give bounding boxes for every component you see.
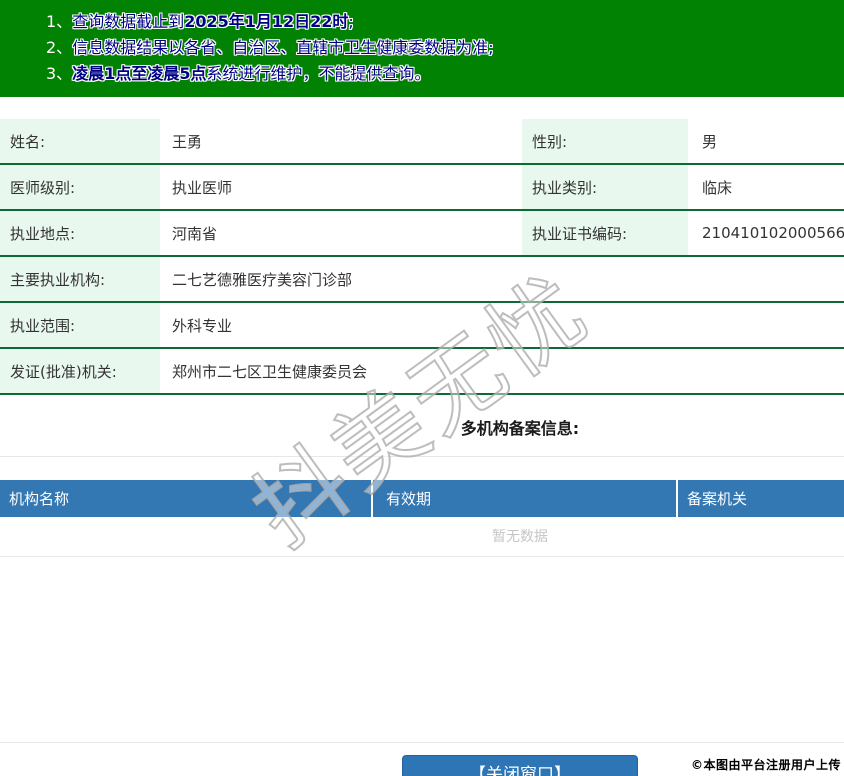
column-header-record-authority: 备案机关 xyxy=(676,480,844,517)
column-header-institution-name: 机构名称 xyxy=(9,490,70,508)
table-row: 姓名: 王勇 性别: 男 xyxy=(0,119,844,165)
field-value-practice-scope: 外科专业 xyxy=(172,316,233,335)
notice-line-2: 2、信息数据结果以各省、自治区、直辖市卫生健康委数据为准; xyxy=(46,35,834,61)
notice-line-number: 1、 xyxy=(46,12,73,31)
multi-org-section-title: 多机构备案信息: xyxy=(0,395,844,457)
field-label-doctor-level: 医师级别: xyxy=(0,165,160,209)
multi-org-table-header: 机构名称 有效期 备案机关 xyxy=(0,480,844,517)
no-data-message: 暂无数据 xyxy=(0,517,844,557)
field-value-name: 王勇 xyxy=(172,132,203,151)
notice-line-bold: 凌晨1点至凌晨5点 xyxy=(72,64,207,83)
field-value-license-number: 210410102000566 xyxy=(702,224,844,242)
field-value-main-institution: 二七艺德雅医疗美容门诊部 xyxy=(172,270,353,289)
field-value-issuing-authority: 郑州市二七区卫生健康委员会 xyxy=(172,362,368,381)
table-row: 执业地点: 河南省 执业证书编码: 210410102000566 xyxy=(0,211,844,257)
field-label-issuing-authority: 发证(批准)机关: xyxy=(0,349,160,393)
notice-line-number: 2、 xyxy=(46,38,73,57)
notice-line-text: 信息数据结果以各省、自治区、直辖市卫生健康委数据为准; xyxy=(72,38,494,57)
notice-banner: 1、查询数据截止到2025年1月12日22时; 2、信息数据结果以各省、自治区、… xyxy=(0,0,844,97)
field-value-gender: 男 xyxy=(702,132,718,151)
practitioner-info-table: 姓名: 王勇 性别: 男 医师级别: 执业医师 执业类别: 临床 执业地点: 河… xyxy=(0,119,844,395)
column-header-validity-period: 有效期 xyxy=(371,480,676,517)
notice-line-3: 3、凌晨1点至凌晨5点系统进行维护，不能提供查询。 xyxy=(46,61,834,87)
field-value-practice-location: 河南省 xyxy=(172,224,218,243)
field-value-practice-category: 临床 xyxy=(702,178,733,197)
table-row: 主要执业机构: 二七艺德雅医疗美容门诊部 xyxy=(0,257,844,303)
blank-area xyxy=(0,557,844,743)
notice-line-number: 3、 xyxy=(46,64,73,83)
field-label-main-institution: 主要执业机构: xyxy=(0,257,160,301)
notice-line-1: 1、查询数据截止到2025年1月12日22时; xyxy=(46,9,834,35)
content-container: 姓名: 王勇 性别: 男 医师级别: 执业医师 执业类别: 临床 执业地点: 河… xyxy=(0,119,844,776)
table-row: 医师级别: 执业医师 执业类别: 临床 xyxy=(0,165,844,211)
field-value-doctor-level: 执业医师 xyxy=(172,178,233,197)
notice-line-text: 系统进行维护，不能提供查询。 xyxy=(206,64,431,83)
field-label-practice-location: 执业地点: xyxy=(0,211,160,255)
field-label-practice-category: 执业类别: xyxy=(522,165,688,209)
table-row: 发证(批准)机关: 郑州市二七区卫生健康委员会 xyxy=(0,349,844,395)
table-row: 执业范围: 外科专业 xyxy=(0,303,844,349)
field-label-gender: 性别: xyxy=(522,119,688,163)
notice-line-bold: 2025年1月12日22时 xyxy=(184,12,349,31)
notice-line-text: 查询数据截止到 xyxy=(72,12,185,31)
field-label-practice-scope: 执业范围: xyxy=(0,303,160,347)
field-label-license-number: 执业证书编码: xyxy=(522,211,688,255)
close-window-button[interactable]: 【关闭窗口】 xyxy=(402,755,638,776)
notice-line-text: ; xyxy=(348,12,354,31)
copyright-text: ©本图由平台注册用户上传 xyxy=(690,758,841,772)
field-label-name: 姓名: xyxy=(0,119,160,163)
